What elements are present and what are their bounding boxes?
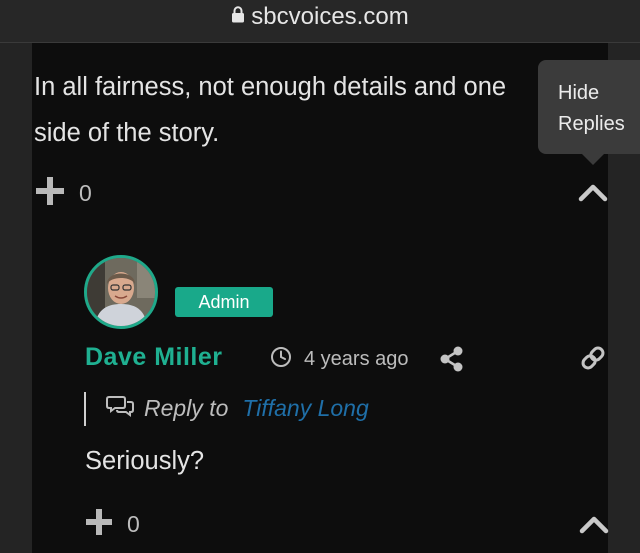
parent-vote-count: 0	[79, 180, 92, 206]
reply-vote: 0	[85, 508, 140, 541]
time-text: 4 years ago	[304, 348, 409, 370]
comment-timestamp[interactable]: 4 years ago	[270, 346, 409, 373]
author-name[interactable]: Dave Miller	[85, 343, 223, 372]
tooltip-line-1: Hide	[558, 82, 600, 104]
parent-comment-text: In all fairness, not enough details and …	[34, 73, 507, 147]
tooltip-arrow	[581, 153, 605, 165]
avatar[interactable]	[84, 255, 158, 329]
url-display[interactable]: sbcvoices.com	[0, 2, 640, 33]
url-text: sbcvoices.com	[251, 3, 409, 30]
chevron-up-icon[interactable]	[579, 514, 609, 539]
parent-vote: 0	[35, 176, 92, 211]
chevron-up-icon[interactable]	[578, 182, 608, 207]
reply-comment-text: Seriously?	[85, 447, 205, 475]
share-icon[interactable]	[438, 345, 466, 378]
reply-vote-count: 0	[127, 511, 140, 537]
left-gutter	[0, 43, 32, 553]
tooltip-line-2: Replies	[558, 113, 625, 135]
chat-bubbles-icon	[106, 394, 134, 423]
admin-badge: Admin	[175, 287, 273, 317]
browser-address-bar[interactable]: sbcvoices.com	[0, 0, 640, 43]
lock-icon	[231, 1, 245, 31]
reply-to-row: Reply to Tiffany Long	[106, 394, 369, 423]
reply-to-link[interactable]: Tiffany Long	[242, 395, 368, 422]
hide-replies-tooltip: Hide Replies	[538, 60, 640, 154]
plus-icon[interactable]	[85, 508, 113, 541]
reply-label: Reply to	[144, 395, 229, 421]
reply-indicator-line	[84, 392, 86, 426]
link-icon[interactable]	[579, 344, 607, 377]
clock-icon	[270, 346, 292, 373]
plus-icon[interactable]	[35, 176, 65, 211]
